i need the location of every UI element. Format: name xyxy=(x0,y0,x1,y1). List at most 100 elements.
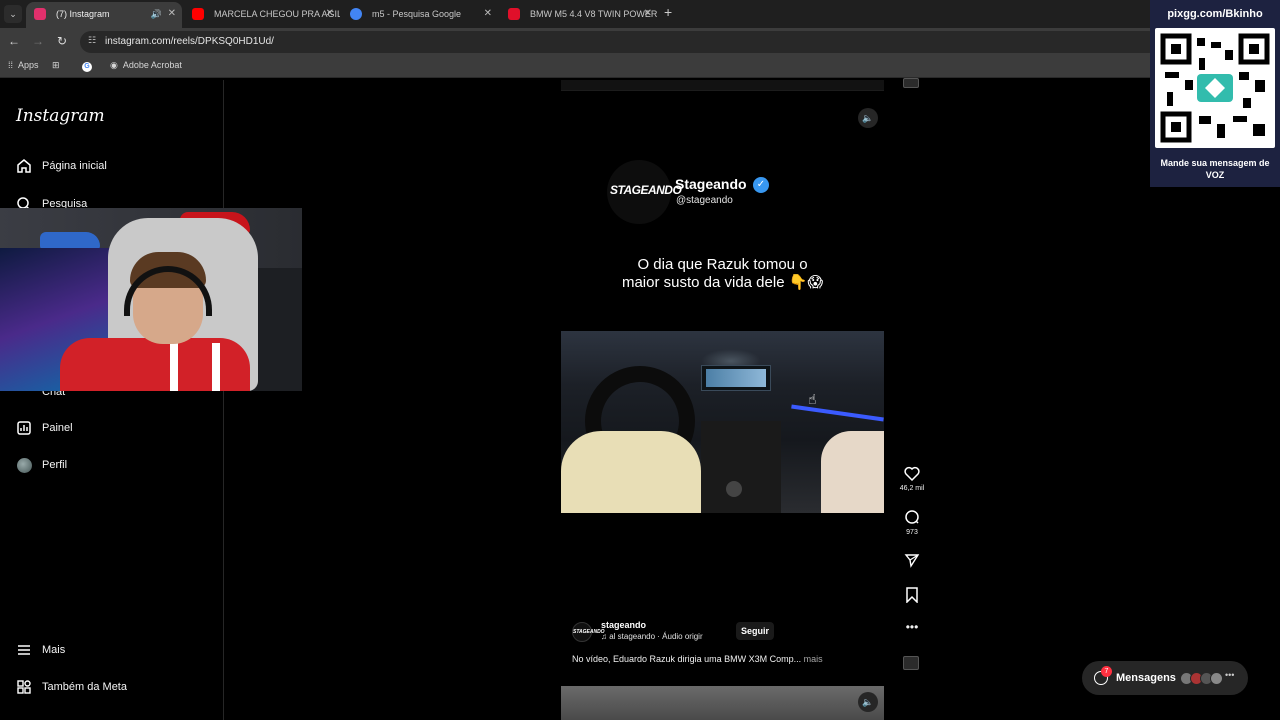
share-button[interactable] xyxy=(896,552,928,572)
bmw-favicon-icon xyxy=(508,8,520,20)
audio-text: al stageando · Áudio origir xyxy=(609,632,703,641)
comment-icon xyxy=(896,509,928,527)
driver-arm xyxy=(561,431,701,513)
streamer-shirt xyxy=(60,338,250,391)
instagram-favicon-icon xyxy=(34,8,46,20)
site-info-icon[interactable]: ☷ xyxy=(88,35,96,46)
new-tab-button[interactable]: + xyxy=(664,4,672,20)
description-text: No vídeo, Eduardo Razuk dirigia uma BMW … xyxy=(572,654,802,664)
sidebar-item-label: Página inicial xyxy=(42,160,107,172)
acrobat-icon: ◉ xyxy=(110,60,118,70)
google-icon: G xyxy=(82,62,92,72)
account-handle: @stageando xyxy=(676,195,733,206)
ellipsis-icon: ••• xyxy=(1225,670,1235,680)
audio-thumbnail-icon[interactable] xyxy=(903,78,919,88)
messages-button[interactable]: 7 Mensagens ••• xyxy=(1082,661,1248,695)
shirt-stripe xyxy=(212,343,220,391)
reel-video[interactable] xyxy=(561,331,884,513)
close-tab-icon[interactable]: ✕ xyxy=(326,2,334,26)
post-description: No vídeo, Eduardo Razuk dirigia uma BMW … xyxy=(572,654,823,664)
donation-url: pixgg.com/Bkinho xyxy=(1167,8,1263,20)
address-bar[interactable]: ☷ instagram.com/reels/DPKSQ0HD1Ud/ xyxy=(80,31,1160,53)
comment-button[interactable]: 973 xyxy=(896,509,928,536)
see-more-link[interactable]: mais xyxy=(804,654,823,664)
meta-icon xyxy=(16,679,32,695)
tab-google[interactable]: m5 - Pesquisa Google ✕ xyxy=(342,2,498,28)
apps-grid-icon: ⊞ xyxy=(52,60,60,70)
bookmark-label: Apps xyxy=(18,60,39,70)
sidebar-item-home[interactable]: Página inicial xyxy=(16,154,107,178)
tab-search-button[interactable]: ⌄ xyxy=(4,5,22,23)
send-icon xyxy=(896,552,928,570)
tab-label: BMW M5 4.4 V8 TWIN POWER xyxy=(530,9,658,19)
audio-thumbnail-icon[interactable] xyxy=(903,656,919,670)
tab-label: (7) Instagram xyxy=(56,9,110,19)
save-button[interactable] xyxy=(896,587,928,607)
passenger-arm xyxy=(821,431,884,513)
unread-badge: 7 xyxy=(1101,666,1112,677)
shirt-stripe xyxy=(170,343,178,391)
bookmark-apps-grid[interactable]: ⊞ xyxy=(52,60,65,71)
tab-label: m5 - Pesquisa Google xyxy=(372,9,462,19)
forward-icon[interactable]: → xyxy=(30,34,46,48)
bookmark-adobe-acrobat[interactable]: ◉ Adobe Acrobat xyxy=(110,60,182,71)
caption-line: O dia que Razuk tomou o xyxy=(637,256,808,273)
sidebar-item-label: Perfil xyxy=(42,459,68,471)
bookmark-apps[interactable]: ⁞⁞ Apps xyxy=(8,60,39,70)
qr-code xyxy=(1155,28,1275,148)
close-tab-icon[interactable]: ✕ xyxy=(168,2,176,26)
tab-youtube[interactable]: MARCELA CHEGOU PRA AGILIZ ✕ xyxy=(184,2,340,28)
sidebar-item-also-from-meta[interactable]: Também da Meta xyxy=(16,675,127,699)
bookmark-google[interactable]: G xyxy=(82,60,97,72)
next-reel-preview[interactable] xyxy=(561,686,884,720)
sidebar-item-dashboard[interactable]: Painel xyxy=(16,416,73,440)
heart-icon xyxy=(896,466,928,483)
close-tab-icon[interactable]: ✕ xyxy=(484,2,492,26)
tab-bmw[interactable]: BMW M5 4.4 V8 TWIN POWER ✕ xyxy=(500,2,658,28)
tab-label: MARCELA CHEGOU PRA AGILIZ xyxy=(214,9,340,19)
follow-button[interactable]: Seguir xyxy=(736,622,775,640)
account-name[interactable]: Stageando xyxy=(675,176,747,192)
instagram-sidebar: Instagram Página inicial Pesquisa Chat P… xyxy=(0,80,224,720)
home-icon xyxy=(16,158,32,174)
grid-icon: ⁞⁞ xyxy=(8,60,14,70)
bookmark-label: Adobe Acrobat xyxy=(122,60,182,70)
post-author-avatar[interactable]: STAGEANDO xyxy=(572,622,605,642)
google-favicon-icon xyxy=(350,8,362,20)
ellipsis-icon: ••• xyxy=(905,620,919,634)
post-author-name[interactable]: stageando xyxy=(601,620,646,630)
donation-message: Mande sua mensagem de VOZ xyxy=(1160,158,1270,180)
bookmark-icon xyxy=(896,587,928,605)
account-logo-text: STAGEANDO xyxy=(610,183,682,197)
music-note-icon: ♫ xyxy=(601,632,610,641)
sidebar-item-label: Painel xyxy=(42,422,73,434)
url-text[interactable]: instagram.com/reels/DPKSQ0HD1Ud/ xyxy=(105,36,274,47)
caption-line: maior susto da vida dele 👇😱 xyxy=(621,274,824,291)
previous-reel-edge[interactable] xyxy=(561,80,884,91)
close-tab-icon[interactable]: ✕ xyxy=(644,2,652,26)
mute-toggle-icon[interactable]: 🔈 xyxy=(858,692,878,712)
comment-count: 973 xyxy=(906,529,918,536)
sidebar-item-more[interactable]: Mais xyxy=(16,638,65,662)
more-options-button[interactable]: ••• xyxy=(896,620,928,636)
reel-caption-overlay: O dia que Razuk tomou o maior susto da v… xyxy=(561,256,884,292)
browser-tab-bar: ⌄ (7) Instagram 🔊 ✕ MARCELA CHEGOU PRA A… xyxy=(0,0,1280,28)
sidebar-item-label: Também da Meta xyxy=(42,681,127,693)
post-audio-label[interactable]: ♫ al stageando · Áudio origir xyxy=(601,632,703,641)
dashboard-icon xyxy=(16,420,32,436)
sidebar-item-profile[interactable]: Perfil xyxy=(16,453,67,477)
infotainment-screen xyxy=(706,369,766,387)
like-count: 46,2 mil xyxy=(899,485,925,492)
like-button[interactable]: 46,2 mil xyxy=(896,466,928,492)
instagram-logo[interactable]: Instagram xyxy=(16,106,105,126)
avatar xyxy=(1210,672,1223,685)
speaker-icon[interactable]: 🔊 xyxy=(151,2,162,26)
tab-instagram[interactable]: (7) Instagram 🔊 ✕ xyxy=(26,2,182,28)
ambient-light-strip xyxy=(791,404,884,422)
back-icon[interactable]: ← xyxy=(6,34,22,48)
mute-toggle-icon[interactable]: 🔈 xyxy=(858,108,878,128)
messages-label: Mensagens xyxy=(1116,672,1176,684)
donation-overlay: pixgg.com/Bkinho Mande sua mensagem de V… xyxy=(1150,0,1280,187)
hand-cursor-icon: ☝ xyxy=(808,391,817,407)
reload-icon[interactable]: ↻ xyxy=(54,34,70,48)
